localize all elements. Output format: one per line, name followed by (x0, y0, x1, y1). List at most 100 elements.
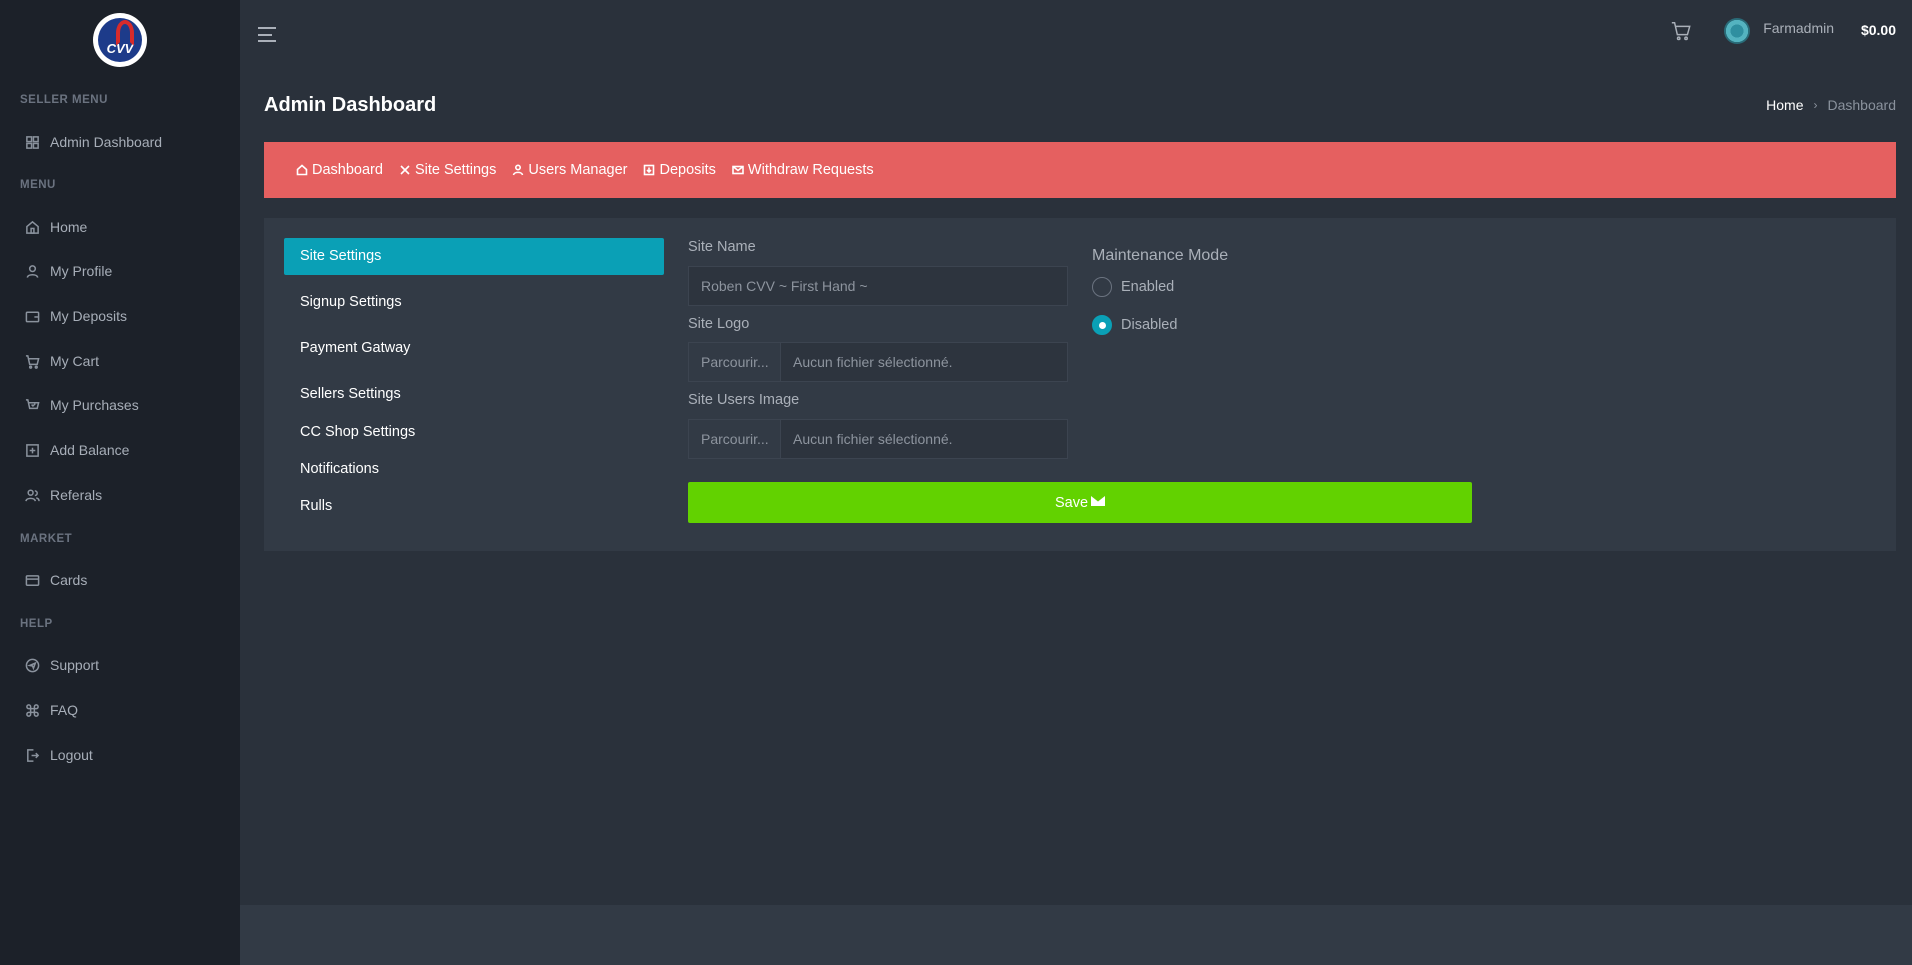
sidebar-item-label: Home (50, 219, 88, 235)
sidebar-item-label: Add Balance (50, 442, 130, 458)
radio-enabled[interactable] (1092, 277, 1112, 297)
cart-icon[interactable] (1670, 20, 1692, 47)
logout-icon (24, 747, 40, 763)
grid-icon (24, 134, 40, 150)
wallet-icon (24, 308, 40, 324)
tab-notifications[interactable]: Notifications (284, 451, 664, 488)
sidebar-item-label: My Cart (50, 353, 99, 369)
avatar[interactable] (1724, 18, 1750, 44)
tab-cc-shop-settings[interactable]: CC Shop Settings (284, 414, 664, 451)
tools-icon (399, 164, 411, 176)
support-icon (24, 657, 40, 673)
sidebar-item-home[interactable]: Home (24, 215, 87, 239)
cart-check-icon (24, 397, 40, 413)
sidebar-item-label: Logout (50, 747, 93, 763)
sidebar-item-my-cart[interactable]: My Cart (24, 349, 99, 373)
sidebar-item-label: Admin Dashboard (50, 134, 163, 150)
sidebar-item-logout[interactable]: Logout (24, 743, 93, 767)
user-icon (24, 263, 40, 279)
mail-icon (732, 164, 744, 176)
sidebar-item-cards[interactable]: Cards (24, 568, 87, 592)
username[interactable]: Farmadmin (1763, 20, 1834, 36)
cart-icon (24, 353, 40, 369)
sidebar-item-label: FAQ (50, 702, 79, 718)
site-users-image-label: Site Users Image (688, 392, 800, 408)
menu-toggle-icon[interactable] (258, 27, 276, 42)
plus-square-icon (24, 442, 40, 458)
site-users-image-file-input[interactable]: Parcourir... Aucun fichier sélectionné. (688, 419, 1068, 459)
breadcrumb-current: Dashboard (1827, 97, 1897, 113)
site-name-input[interactable]: Roben CVV ~ First Hand ~ (688, 266, 1068, 306)
logo-inner: CVV (98, 18, 142, 62)
nav-link-label: Users Manager (528, 162, 628, 178)
site-logo[interactable]: CVV (93, 13, 147, 67)
nav-link-withdraw-requests[interactable]: Withdraw Requests (732, 162, 874, 178)
sidebar-item-add-balance[interactable]: Add Balance (24, 438, 129, 462)
home-icon (296, 164, 308, 176)
tab-signup-settings[interactable]: Signup Settings (284, 284, 664, 321)
home-icon (24, 219, 40, 235)
tab-rulls[interactable]: Rulls (284, 488, 664, 525)
nav-link-users-manager[interactable]: Users Manager (512, 162, 627, 178)
nav-link-label: Site Settings (414, 162, 497, 178)
sidebar-item-label: Cards (50, 572, 88, 588)
sidebar-item-faq[interactable]: FAQ (24, 698, 78, 722)
credit-card-icon (24, 572, 40, 588)
sidebar-item-referals[interactable]: Referals (24, 483, 102, 507)
breadcrumb-home-link[interactable]: Home (1766, 97, 1803, 113)
nav-link-deposits[interactable]: Deposits (643, 162, 716, 178)
logo-red-mark (116, 20, 134, 46)
site-name-label: Site Name (688, 239, 756, 255)
radio-label: Enabled (1121, 279, 1175, 295)
balance-display: $0.00 (1860, 22, 1896, 38)
sidebar-item-label: My Profile (50, 263, 113, 279)
settings-tab-list: Site Settings Signup Settings Payment Ga… (284, 238, 664, 534)
users-icon (24, 487, 40, 503)
sidebar-item-label: Referals (50, 487, 103, 503)
page-title: Admin Dashboard (264, 94, 437, 116)
breadcrumb: Home › Dashboard (1766, 97, 1896, 113)
site-logo-file-input[interactable]: Parcourir... Aucun fichier sélectionné. (688, 342, 1068, 382)
settings-card: Site Settings Signup Settings Payment Ga… (264, 218, 1896, 551)
section-market: MARKET (20, 533, 73, 545)
envelope-icon (1088, 495, 1106, 511)
topbar: Farmadmin $0.00 (240, 0, 1912, 70)
nav-link-site-settings[interactable]: Site Settings (399, 162, 496, 178)
save-button-label: Save (1054, 494, 1089, 511)
maintenance-enabled-option[interactable]: Enabled (1092, 277, 1174, 297)
logo-container: CVV (0, 0, 240, 78)
site-logo-label: Site Logo (688, 316, 750, 332)
footer (240, 905, 1912, 965)
command-icon (24, 702, 40, 718)
browse-button[interactable]: Parcourir... (689, 343, 781, 381)
save-button[interactable]: Save (688, 482, 1472, 523)
chevron-right-icon: › (1813, 98, 1818, 112)
nav-link-label: Dashboard (312, 162, 383, 178)
no-file-text: Aucun fichier sélectionné. (793, 354, 953, 370)
radio-disabled[interactable] (1092, 315, 1112, 335)
sidebar-item-support[interactable]: Support (24, 653, 99, 677)
sidebar-item-my-profile[interactable]: My Profile (24, 259, 112, 283)
admin-nav-bar: Dashboard Site Settings Users Manager De… (264, 142, 1896, 198)
deposit-box-icon (643, 164, 655, 176)
sidebar: CVV SELLER MENU Admin Dashboard MENU Hom… (0, 0, 240, 965)
sidebar-item-my-deposits[interactable]: My Deposits (24, 304, 127, 328)
user-icon (512, 164, 524, 176)
sidebar-item-admin-dashboard[interactable]: Admin Dashboard (24, 130, 162, 154)
sidebar-item-label: My Purchases (50, 397, 139, 413)
sidebar-item-label: My Deposits (50, 308, 128, 324)
nav-link-label: Withdraw Requests (747, 162, 874, 178)
sidebar-item-label: Support (50, 657, 100, 673)
maintenance-disabled-option[interactable]: Disabled (1092, 315, 1177, 335)
nav-link-label: Deposits (659, 162, 716, 178)
sidebar-item-my-purchases[interactable]: My Purchases (24, 393, 139, 417)
no-file-text: Aucun fichier sélectionné. (793, 431, 953, 447)
tab-sellers-settings[interactable]: Sellers Settings (284, 376, 664, 413)
nav-link-dashboard[interactable]: Dashboard (296, 162, 383, 178)
tab-payment-gatway[interactable]: Payment Gatway (284, 330, 664, 367)
section-seller-menu: SELLER MENU (20, 94, 108, 106)
radio-label: Disabled (1121, 317, 1178, 333)
tab-site-settings[interactable]: Site Settings (284, 238, 664, 275)
browse-button[interactable]: Parcourir... (689, 420, 781, 458)
maintenance-mode-title: Maintenance Mode (1092, 247, 1229, 264)
